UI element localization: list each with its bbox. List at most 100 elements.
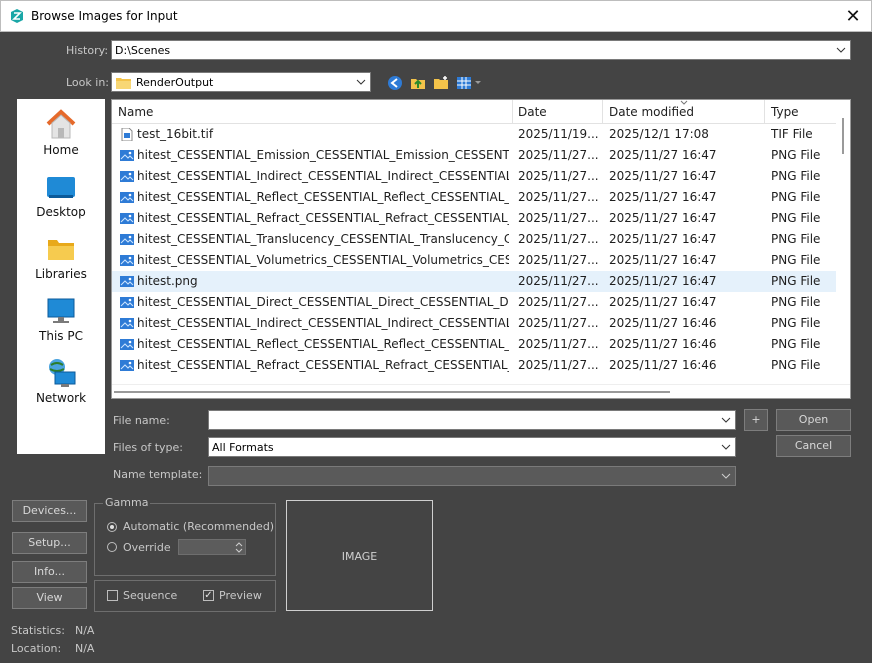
png-file-icon [120,192,134,203]
file-row[interactable]: test_16bit.tif 2025/11/19... 2025/12/1 17:… [112,124,836,145]
file-type: PNG File [771,337,821,351]
column-date-modified[interactable]: Date modified [609,105,694,119]
spinner-arrows-icon[interactable] [235,541,243,554]
horizontal-scrollbar[interactable] [112,384,850,398]
up-folder-icon[interactable] [410,75,426,91]
libraries-icon [48,240,74,260]
file-name: hitest_CESSENTIAL_Reflect_CESSENTIAL_Ref… [137,337,509,351]
automatic-radio[interactable] [107,522,117,532]
file-row[interactable]: hitest.png 2025/11/27... 2025/11/27 16:47 P… [112,271,836,292]
file-row[interactable]: hitest_CESSENTIAL_Refract_CESSENTIAL_Ref… [112,355,836,376]
place-libraries[interactable]: Libraries [17,227,105,289]
file-date: 2025/11/27... [518,253,599,267]
file-date-modified: 2025/11/27 16:46 [609,358,717,372]
file-date: 2025/11/27... [518,337,599,351]
statistics-value: N/A [75,624,95,637]
chevron-down-icon [356,79,366,85]
devices-button[interactable]: Devices... [12,500,87,522]
file-name: hitest.png [137,274,198,288]
column-divider[interactable] [764,100,765,124]
image-preview: IMAGE [286,500,433,611]
network-icon [49,359,76,387]
setup-button[interactable]: Setup... [12,532,87,554]
template-combo[interactable] [208,466,736,486]
file-date: 2025/11/27... [518,148,599,162]
automatic-label: Automatic (Recommended) [123,520,275,533]
file-row[interactable]: hitest_CESSENTIAL_Indirect_CESSENTIAL_In… [112,313,836,334]
sequence-label: Sequence [123,589,178,602]
back-icon[interactable] [387,75,403,91]
file-type: PNG File [771,316,821,330]
file-name: hitest_CESSENTIAL_Reflect_CESSENTIAL_Ref… [137,190,509,204]
info-button[interactable]: Info... [12,561,87,583]
place-network[interactable]: Network [17,351,105,413]
app-icon [11,9,23,23]
file-date-modified: 2025/11/27 16:46 [609,316,717,330]
file-date-modified: 2025/12/1 17:08 [609,127,709,141]
file-row[interactable]: hitest_CESSENTIAL_Indirect_CESSENTIAL_In… [112,166,836,187]
chevron-down-icon [721,417,731,423]
view-menu-icon[interactable] [456,75,482,91]
scroll-thumb[interactable] [842,118,844,154]
file-name: hitest_CESSENTIAL_Indirect_CESSENTIAL_In… [137,169,509,183]
file-date-modified: 2025/11/27 16:47 [609,190,717,204]
history-combo[interactable]: D:\Scenes [111,40,851,60]
png-file-icon [120,234,134,245]
file-type: PNG File [771,148,821,162]
lookin-label: Look in: [66,76,109,89]
file-type: PNG File [771,253,821,267]
scroll-thumb[interactable] [114,391,670,393]
file-row[interactable]: hitest_CESSENTIAL_Translucency_CESSENTIA… [112,229,836,250]
file-row[interactable]: hitest_CESSENTIAL_Direct_CESSENTIAL_Dire… [112,292,836,313]
vertical-scrollbar[interactable] [836,100,850,386]
column-type[interactable]: Type [771,105,799,119]
file-date: 2025/11/27... [518,358,599,372]
file-row[interactable]: hitest_CESSENTIAL_Reflect_CESSENTIAL_Ref… [112,334,836,355]
place-label: Home [43,143,79,157]
png-file-icon [120,318,134,329]
file-date-modified: 2025/11/27 16:47 [609,274,717,288]
add-button[interactable]: + [744,409,768,431]
file-type: PNG File [771,274,821,288]
filetype-label: Files of type: [113,441,184,454]
file-name: hitest_CESSENTIAL_Refract_CESSENTIAL_Ref… [137,211,509,225]
file-row[interactable]: hitest_CESSENTIAL_Refract_CESSENTIAL_Ref… [112,208,836,229]
history-label: History: [66,44,109,57]
png-file-icon [120,171,134,182]
preview-checkbox[interactable]: ✓ [203,590,214,601]
place-this-pc[interactable]: This PC [17,289,105,351]
file-type: PNG File [771,358,821,372]
file-date: 2025/11/19... [518,127,599,141]
filetype-combo[interactable]: All Formats [208,437,736,457]
place-desktop[interactable]: Desktop [17,165,105,227]
override-spinner[interactable] [178,539,246,555]
sort-indicator-icon [680,100,688,105]
column-name[interactable]: Name [118,105,153,119]
png-file-icon [120,297,134,308]
lookin-combo[interactable]: RenderOutput [111,72,371,92]
filename-combo[interactable] [208,410,736,430]
folder-icon [116,78,131,89]
view-button[interactable]: View [12,587,87,609]
file-list[interactable]: Name Date Date modified Type test_16bit.… [111,99,851,399]
column-divider[interactable] [512,100,513,124]
sequence-checkbox[interactable] [107,590,118,601]
file-row[interactable]: hitest_CESSENTIAL_Emission_CESSENTIAL_Em… [112,145,836,166]
column-divider[interactable] [602,100,603,124]
close-button[interactable]: ✕ [841,5,865,27]
column-date[interactable]: Date [518,105,547,119]
open-button[interactable]: Open [776,409,851,431]
png-file-icon [120,360,134,371]
place-home[interactable]: Home [17,103,105,165]
file-name: hitest_CESSENTIAL_Translucency_CESSENTIA… [137,232,509,246]
column-header: Name Date Date modified Type [112,100,840,124]
file-row[interactable]: hitest_CESSENTIAL_Volumetrics_CESSENTIAL… [112,250,836,271]
gamma-group: Gamma Automatic (Recommended) Override [94,496,276,576]
override-radio[interactable] [107,542,117,552]
cancel-button[interactable]: Cancel [776,435,851,457]
file-type: PNG File [771,190,821,204]
places-bar: Home Desktop Libraries This PC Network [17,99,105,454]
file-row[interactable]: hitest_CESSENTIAL_Reflect_CESSENTIAL_Ref… [112,187,836,208]
filename-label: File name: [113,414,170,427]
new-folder-icon[interactable] [433,75,449,91]
